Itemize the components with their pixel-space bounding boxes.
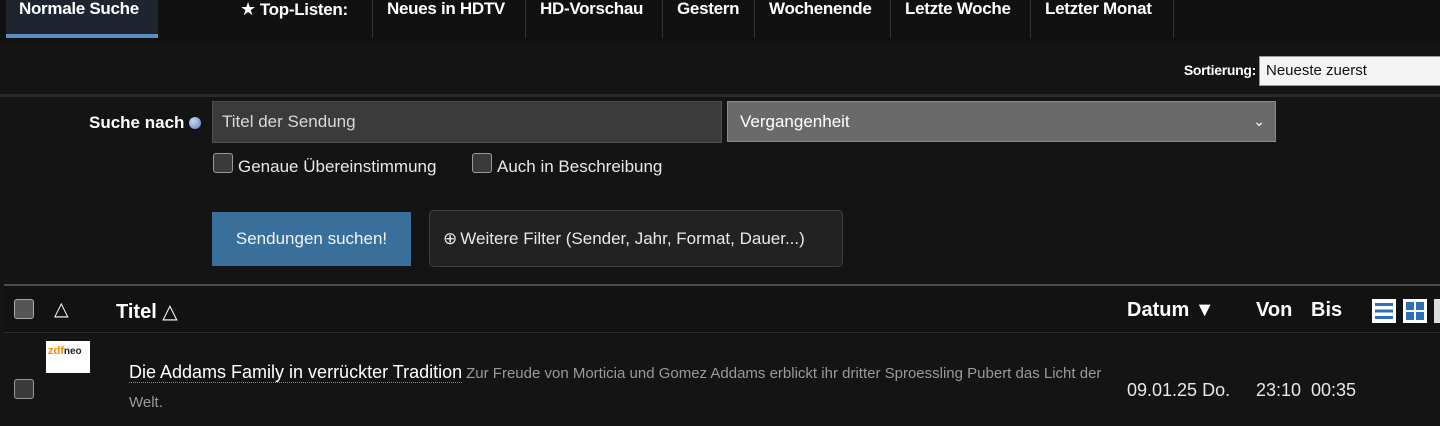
info-icon[interactable] [189,117,202,129]
search-label: Suche nach [89,113,202,133]
channel-logo-top: zdf [48,345,64,357]
more-view-icon[interactable] [1434,299,1440,323]
search-submit-button[interactable]: Sendungen suchen! [212,212,411,266]
nav-link-letzte-woche[interactable]: Letzte Woche [890,0,1011,38]
column-title[interactable]: Titel △ [116,299,178,324]
nav-link-hd-vorschau[interactable]: HD-Vorschau [525,0,643,38]
more-filters-button[interactable]: ⊕ Weitere Filter (Sender, Jahr, Format, D… [429,210,843,267]
nav-link-wochenende[interactable]: Wochenende [754,0,872,38]
table-row[interactable]: zdfneo Die Addams Family in verrückter T… [4,334,1440,426]
time-range-select[interactable]: Vergangenheit ⌄ [727,101,1276,142]
sort-select[interactable]: Neueste zuerst [1259,56,1440,86]
top-lists-heading: ★ Top-Listen: [240,0,348,38]
search-label-text: Suche nach [89,113,185,132]
sort-bar: Sortierung: Neueste zuerst [0,42,1440,97]
top-lists-label: Top-Listen: [259,0,348,19]
sort-label: Sortierung: [1183,62,1256,78]
time-range-value: Vergangenheit [740,112,850,131]
row-date: 09.01.25 Do. [1127,380,1231,400]
star-icon: ★ [240,0,256,19]
grid-view-icon[interactable] [1403,299,1427,323]
exact-match-label: Genaue Übereinstimmung [238,157,437,176]
show-title-link[interactable]: Die Addams Family in verrückter Traditio… [129,362,463,383]
top-navigation: Normale Suche ★ Top-Listen: Neues in HDTV… [0,0,1440,43]
results-table-header: △ Titel △ Datum ▼ Von Bis [4,284,1440,333]
row-title-cell: Die Addams Family in verrückter Traditio… [129,358,1119,417]
chevron-down-icon: ⌄ [1253,113,1265,129]
list-view-icon[interactable] [1372,299,1396,323]
nav-link-neues-in-hdtv[interactable]: Neues in HDTV [372,0,505,38]
nav-link-gestern[interactable]: Gestern [662,0,739,38]
exact-match-checkbox[interactable] [213,153,233,173]
column-date[interactable]: Datum ▼ [1127,299,1215,322]
more-filters-label: Weitere Filter (Sender, Jahr, Format, Da… [460,229,805,248]
channel-logo-bottom: neo [63,346,82,357]
tab-normale-suche[interactable]: Normale Suche [6,0,158,38]
tab-label: Normale Suche [19,0,139,18]
in-description-label: Auch in Beschreibung [497,157,663,176]
row-from: 23:10 [1256,380,1302,400]
select-all-checkbox[interactable] [14,299,34,319]
nav-link-letzter-monat[interactable]: Letzter Monat [1030,0,1174,38]
search-input[interactable]: Titel der Sendung [212,101,722,143]
in-description-checkbox[interactable] [472,153,492,173]
column-from[interactable]: Von [1256,299,1292,322]
channel-logo: zdfneo [46,341,90,373]
plus-circle-icon: ⊕ [443,229,458,248]
column-to[interactable]: Bis [1311,299,1342,322]
sort-triangle-icon[interactable]: △ [54,298,69,321]
row-to: 00:35 [1311,380,1357,400]
row-checkbox[interactable] [14,379,34,399]
